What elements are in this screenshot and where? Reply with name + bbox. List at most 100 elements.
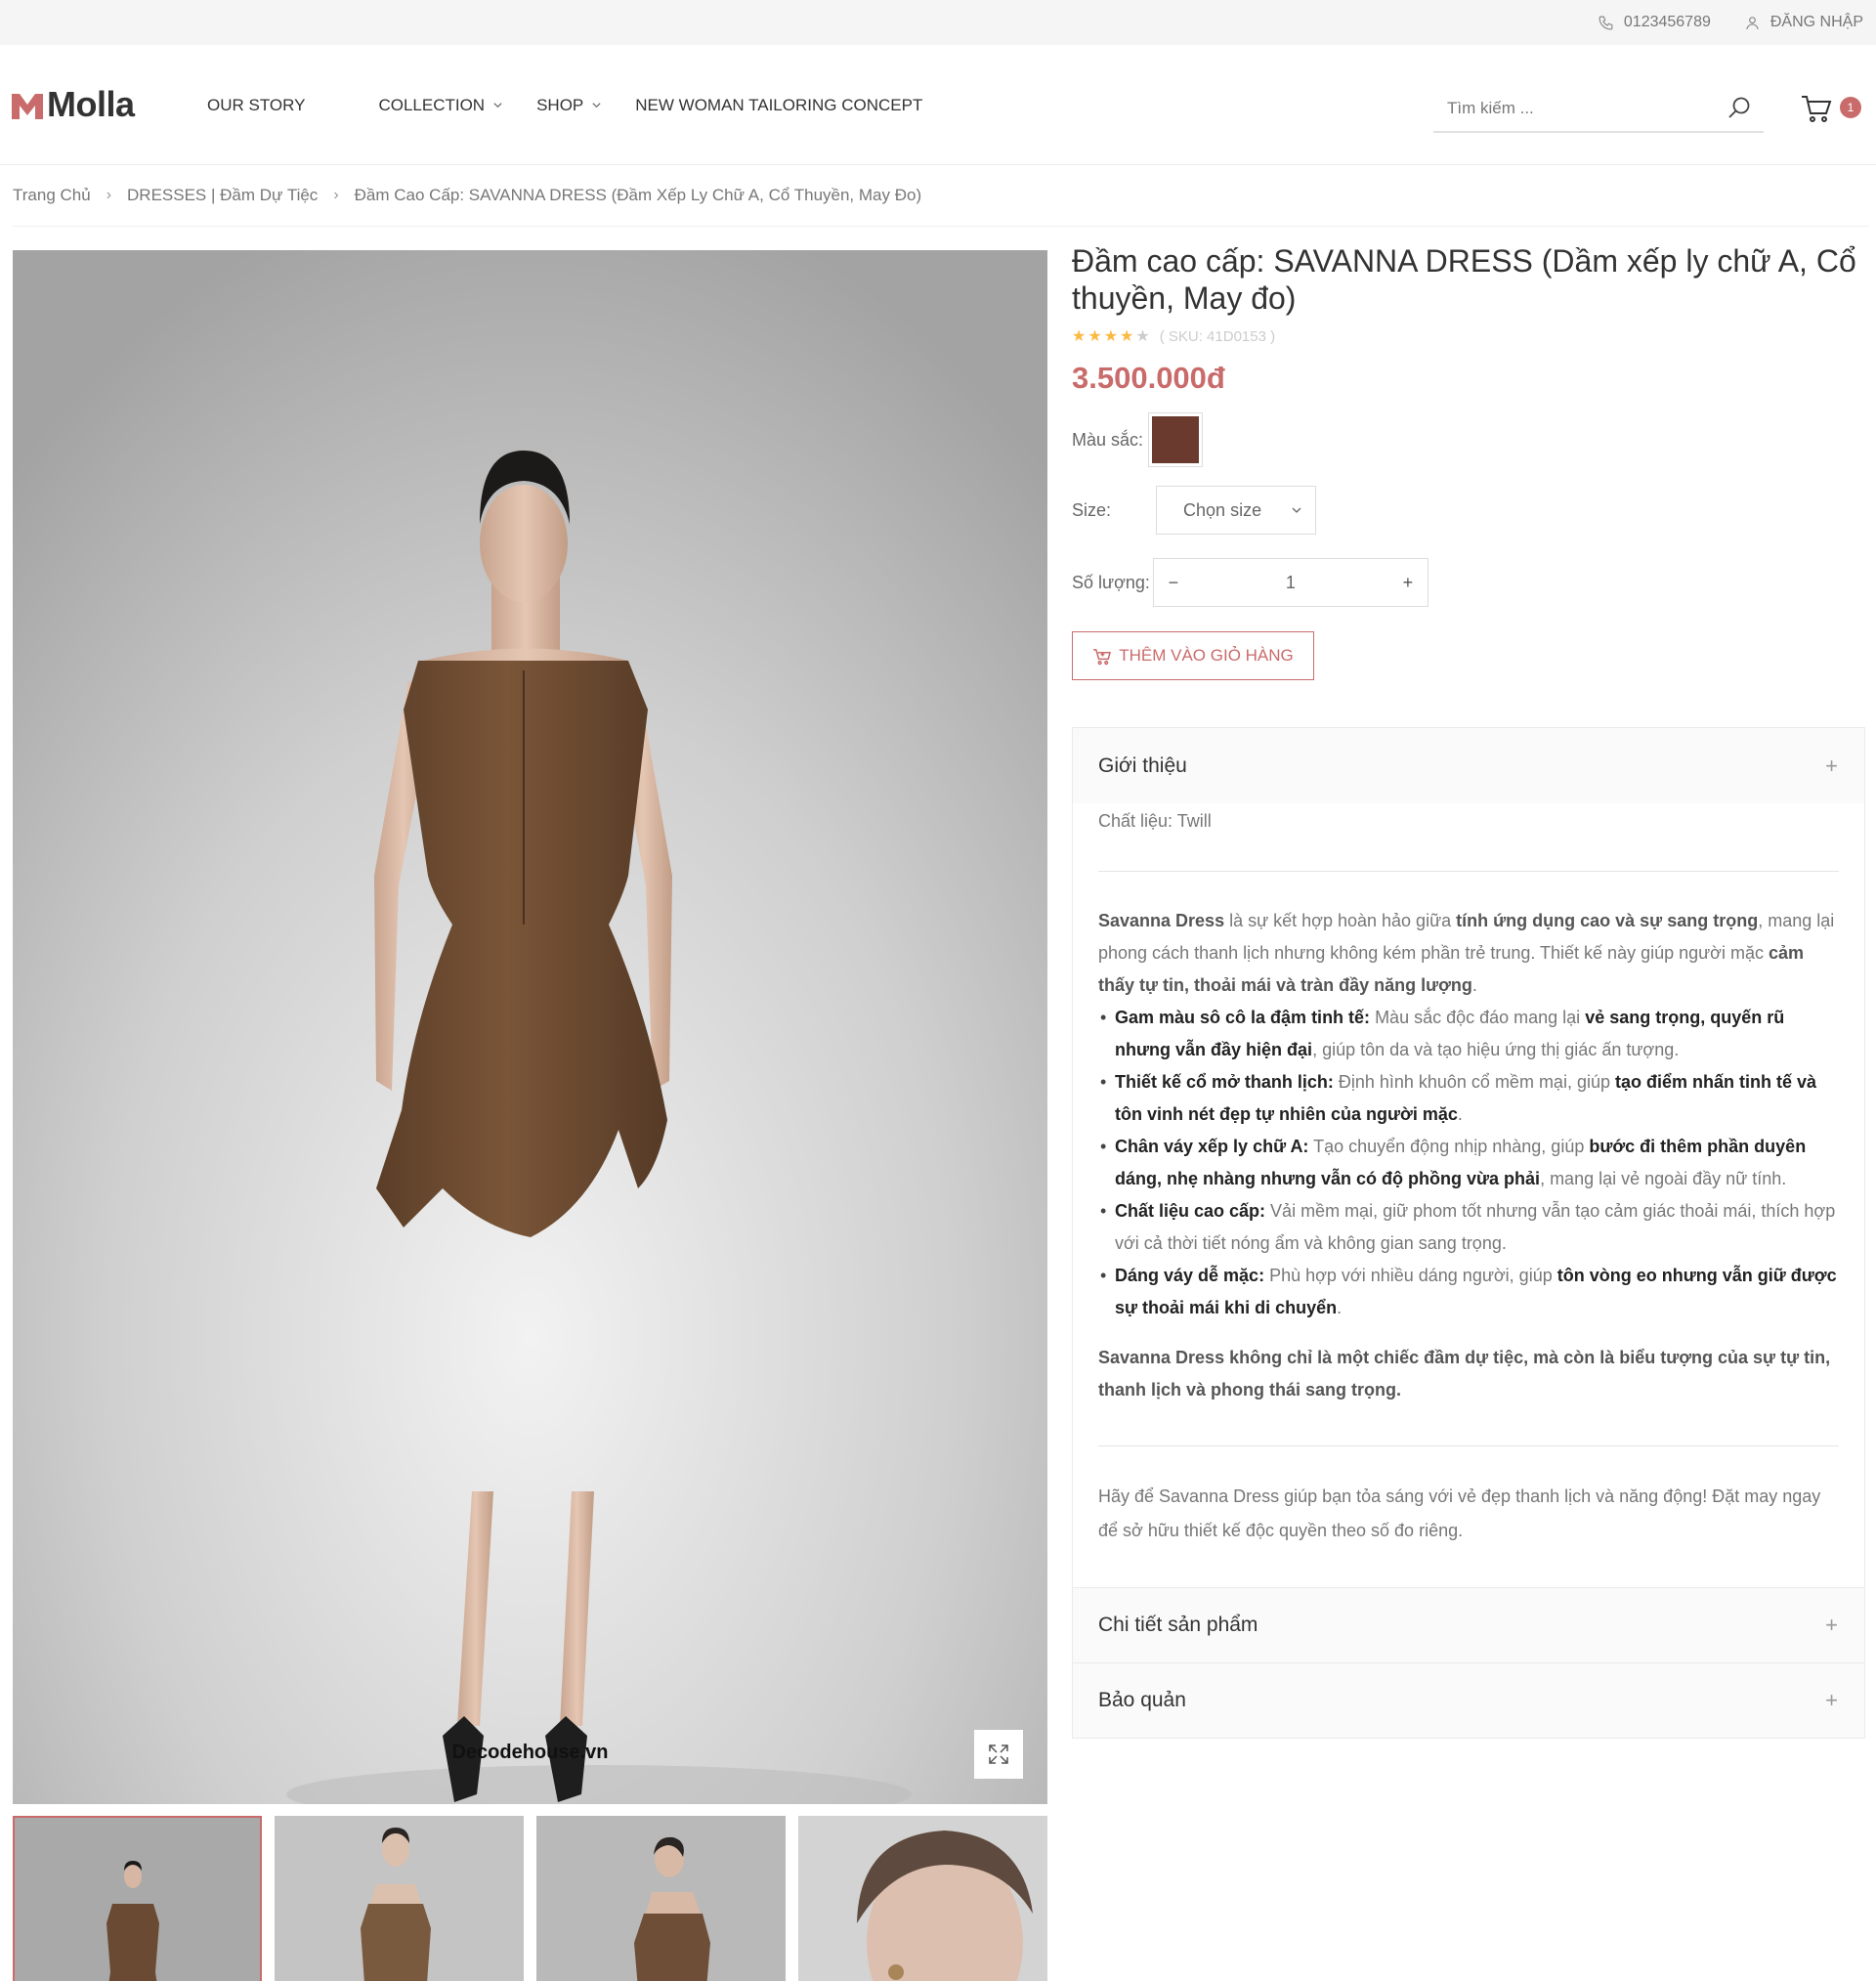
quantity-decrease-button[interactable]: −: [1166, 573, 1181, 593]
material-text: Chất liệu: Twill: [1098, 803, 1839, 872]
feature-title: Gam màu sô cô la đậm tinh tế:: [1115, 1008, 1371, 1027]
description-text: .: [1471, 975, 1477, 995]
thumbnail-image: [536, 1816, 786, 1981]
phone-icon: [1599, 16, 1613, 29]
add-to-cart-label: THÊM VÀO GIỎ HÀNG: [1119, 646, 1294, 665]
nav-item-collection[interactable]: COLLECTION: [378, 96, 503, 115]
quantity-value[interactable]: 1: [1286, 573, 1296, 593]
description: Savanna Dress là sự kết hợp hoàn hảo giữ…: [1098, 872, 1839, 1406]
product-rating: ★ ★ ★ ★ ★ ( SKU: 41D0153 ): [1072, 328, 1863, 345]
description-text: tính ứng dụng cao và sự sang trọng: [1456, 911, 1759, 930]
color-swatch-fill: [1152, 416, 1200, 463]
product-title: Đầm cao cấp: SAVANNA DRESS (Dầm xếp ly c…: [1072, 243, 1856, 316]
breadcrumb: Trang Chủ › DRESSES | Đầm Dự Tiệc › Đầm …: [13, 165, 1869, 227]
description-closing: Savanna Dress không chỉ là một chiếc đầm…: [1098, 1348, 1831, 1400]
cart-icon: [1802, 96, 1832, 122]
feature-title: Dáng váy dễ mặc:: [1115, 1266, 1265, 1285]
feature-text: Màu sắc độc đáo mang lại: [1370, 1008, 1586, 1027]
accordion-details-header[interactable]: Chi tiết sản phẩm +: [1073, 1587, 1864, 1662]
main-nav: OUR STORY COLLECTION SHOP NEW WOMAN TAIL…: [207, 45, 956, 165]
chevron-down-icon: [1292, 507, 1301, 513]
thumbnail-3[interactable]: [536, 1816, 786, 1981]
zoom-button[interactable]: [974, 1730, 1023, 1779]
product-main-image[interactable]: Decodehouse.vn: [13, 250, 1047, 1804]
cart-add-icon: [1093, 648, 1112, 665]
phone-link[interactable]: 0123456789: [1598, 14, 1711, 31]
chevron-right-icon: ›: [106, 187, 112, 203]
size-option: Size: Chọn size: [1072, 486, 1863, 535]
chevron-down-icon: [592, 103, 601, 108]
logo[interactable]: Molla: [12, 84, 135, 125]
search-input[interactable]: [1447, 86, 1711, 131]
nav-label: NEW WOMAN TAILORING CONCEPT: [635, 95, 923, 114]
expand-icon: [989, 1744, 1008, 1764]
nav-label: COLLECTION: [378, 95, 486, 114]
chevron-right-icon: ›: [333, 187, 339, 203]
logo-text: Molla: [47, 84, 135, 124]
description-text: là sự kết hợp hoàn hảo giữa: [1224, 911, 1457, 930]
add-to-cart-button[interactable]: THÊM VÀO GIỎ HÀNG: [1072, 631, 1314, 680]
color-label: Màu sắc:: [1072, 429, 1144, 450]
description-outro: Hãy để Savanna Dress giúp bạn tỏa sáng v…: [1098, 1486, 1821, 1540]
thumbnail-image: [13, 1816, 262, 1981]
size-select[interactable]: Chọn size: [1156, 486, 1317, 535]
nav-label: OUR STORY: [207, 95, 306, 114]
accordion-care-header[interactable]: Bảo quản +: [1073, 1662, 1864, 1738]
search-icon[interactable]: [1727, 96, 1752, 121]
quantity-stepper: − 1 +: [1152, 558, 1428, 607]
plus-icon: +: [1825, 1613, 1838, 1637]
phone-number: 0123456789: [1623, 14, 1711, 30]
breadcrumb-current: Đầm Cao Cấp: SAVANNA DRESS (Đầm Xếp Ly C…: [354, 186, 922, 204]
nav-label: SHOP: [536, 95, 584, 114]
thumbnail-1[interactable]: [13, 1816, 262, 1981]
thumbnail-strip: [13, 1816, 1047, 1981]
thumbnail-4[interactable]: [798, 1816, 1047, 1981]
product-accordion: Giới thiệu + Chất liệu: Twill Savanna Dr…: [1072, 727, 1865, 1739]
thumbnail-2[interactable]: [275, 1816, 524, 1981]
rating-stars: ★ ★ ★ ★ ★: [1072, 327, 1150, 345]
feature-list: Gam màu sô cô la đậm tinh tế: Màu sắc độ…: [1098, 1002, 1839, 1324]
accordion-care-title: Bảo quản: [1098, 1689, 1186, 1711]
quantity-label: Số lượng:: [1072, 572, 1150, 592]
top-bar: 0123456789 ĐĂNG NHẬP: [0, 0, 1876, 45]
breadcrumb-home[interactable]: Trang Chủ: [13, 186, 91, 205]
feature-item: Dáng váy dễ mặc: Phù hợp với nhiều dáng …: [1098, 1260, 1839, 1324]
cart-button[interactable]: 1: [1801, 92, 1863, 125]
feature-item: Chất liệu cao cấp: Vải mềm mại, giữ phom…: [1098, 1195, 1839, 1260]
feature-text: .: [1457, 1104, 1463, 1124]
cart-count-badge: 1: [1840, 97, 1861, 118]
star-filled-icon: ★: [1103, 327, 1119, 345]
nav-item-new-woman-tailoring[interactable]: NEW WOMAN TAILORING CONCEPT: [635, 96, 922, 115]
product-price: 3.500.000đ: [1072, 361, 1225, 395]
login-link[interactable]: ĐĂNG NHẬP: [1744, 14, 1863, 31]
color-option: Màu sắc:: [1072, 412, 1863, 467]
search-box: [1433, 86, 1764, 133]
size-label: Size:: [1072, 499, 1112, 520]
feature-text: Phù hợp với nhiều dáng người, giúp: [1264, 1266, 1557, 1285]
quantity-increase-button[interactable]: +: [1400, 573, 1416, 593]
product-photo: [13, 250, 1047, 1804]
feature-title: Chân váy xếp ly chữ A:: [1115, 1137, 1309, 1156]
accordion-intro-header[interactable]: Giới thiệu +: [1073, 728, 1864, 803]
feature-title: Thiết kế cổ mở thanh lịch:: [1115, 1072, 1334, 1092]
feature-text: , mang lại vẻ ngoài đầy nữ tính.: [1540, 1169, 1787, 1188]
description-intro: Savanna Dress là sự kết hợp hoàn hảo giữ…: [1098, 905, 1839, 1002]
nav-item-shop[interactable]: SHOP: [536, 96, 602, 115]
chevron-down-icon: [493, 103, 502, 108]
product-sku: ( SKU: 41D0153 ): [1159, 328, 1276, 345]
user-icon: [1746, 16, 1759, 29]
feature-title: Chất liệu cao cấp:: [1115, 1201, 1266, 1221]
feature-text: Định hình khuôn cổ mềm mại, giúp: [1333, 1072, 1615, 1092]
feature-text: Tạo chuyển động nhịp nhàng, giúp: [1308, 1137, 1590, 1156]
star-filled-icon: ★: [1120, 327, 1134, 345]
star-filled-icon: ★: [1072, 327, 1087, 345]
size-select-value: Chọn size: [1183, 499, 1262, 520]
breadcrumb-category[interactable]: DRESSES | Đầm Dự Tiệc: [127, 186, 318, 205]
login-label: ĐĂNG NHẬP: [1769, 14, 1863, 30]
product-info: Đầm cao cấp: SAVANNA DRESS (Dầm xếp ly c…: [1072, 242, 1863, 680]
watermark: Decodehouse.vn: [451, 1742, 609, 1763]
accordion-intro-title: Giới thiệu: [1098, 754, 1187, 777]
accordion-intro-body: Chất liệu: Twill Savanna Dress là sự kết…: [1073, 803, 1864, 1587]
nav-item-our-story[interactable]: OUR STORY: [207, 96, 305, 115]
color-swatch[interactable]: [1148, 412, 1204, 467]
